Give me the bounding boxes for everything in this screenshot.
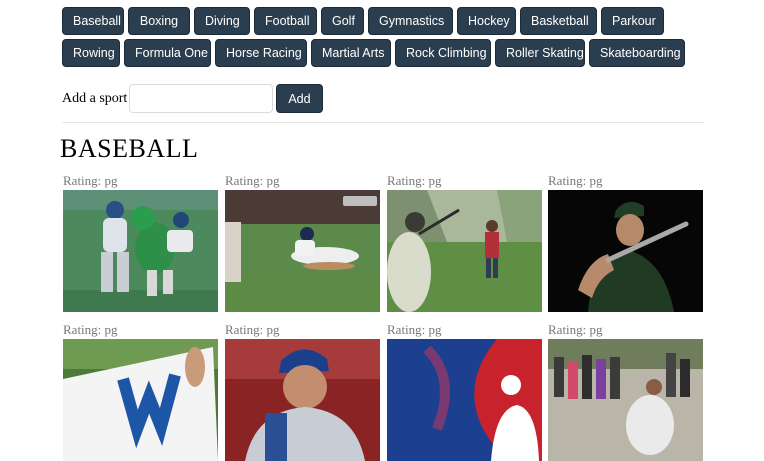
add-sport-label: Add a sport: [62, 90, 128, 106]
gif-image-mlb-logo[interactable]: [387, 339, 542, 461]
gif-card: Rating: pg: [387, 322, 542, 461]
gif-image-slide-into-base[interactable]: [225, 190, 380, 312]
gif-rating: Rating: pg: [63, 173, 118, 188]
gif-image-backyard-batter[interactable]: [387, 190, 542, 312]
add-sport-form: Add a sport Add: [62, 84, 323, 113]
sport-button-golf[interactable]: Golf: [321, 7, 364, 35]
sport-button-skateboarding[interactable]: Skateboarding: [589, 39, 685, 67]
gif-card: Rating: pg: [548, 322, 703, 461]
sport-button-baseball[interactable]: Baseball: [62, 7, 124, 35]
gif-rating: Rating: pg: [63, 322, 118, 337]
sport-section-title: BASEBALL: [60, 134, 199, 163]
sport-button-row-2: Rowing Formula One Horse Racing Martial …: [62, 39, 712, 67]
gif-rating: Rating: pg: [225, 322, 280, 337]
gif-card: Rating: pg: [548, 173, 703, 312]
gif-card: Rating: pg: [63, 322, 218, 461]
sport-button-rowing[interactable]: Rowing: [62, 39, 120, 67]
gif-rating: Rating: pg: [225, 173, 280, 188]
sport-button-basketball[interactable]: Basketball: [520, 7, 597, 35]
gif-rating: Rating: pg: [548, 173, 603, 188]
gif-image-batter-dark-background[interactable]: [548, 190, 703, 312]
section-divider: [62, 122, 704, 123]
gif-card: Rating: pg: [387, 173, 542, 312]
gif-card: Rating: pg: [225, 173, 380, 312]
sport-button-diving[interactable]: Diving: [194, 7, 250, 35]
gif-rating: Rating: pg: [548, 322, 603, 337]
sport-button-football[interactable]: Football: [254, 7, 317, 35]
gif-card: Rating: pg: [225, 322, 380, 461]
sport-button-formula-one[interactable]: Formula One: [124, 39, 211, 67]
gif-rating: Rating: pg: [387, 322, 442, 337]
gif-rating: Rating: pg: [387, 173, 442, 188]
sport-button-hockey[interactable]: Hockey: [457, 7, 516, 35]
add-sport-input[interactable]: [129, 84, 274, 113]
gif-image-pitcher-closeup[interactable]: [225, 339, 380, 461]
gif-card: Rating: pg: [63, 173, 218, 312]
sport-button-martial-arts[interactable]: Martial Arts: [311, 39, 391, 67]
gif-image-crowd-celebration[interactable]: [548, 339, 703, 461]
gif-image-fan-with-w-flag[interactable]: [63, 339, 218, 461]
sport-button-roller-skating[interactable]: Roller Skating: [495, 39, 585, 67]
sport-button-rock-climbing[interactable]: Rock Climbing: [395, 39, 491, 67]
sport-button-boxing[interactable]: Boxing: [128, 7, 190, 35]
sport-button-horse-racing[interactable]: Horse Racing: [215, 39, 307, 67]
add-sport-button[interactable]: Add: [276, 84, 323, 113]
gif-image-field-collision[interactable]: [63, 190, 218, 312]
sport-button-row-1: Baseball Boxing Diving Football Golf Gym…: [62, 7, 712, 35]
sport-button-bar: Baseball Boxing Diving Football Golf Gym…: [62, 7, 712, 71]
sport-button-gymnastics[interactable]: Gymnastics: [368, 7, 453, 35]
sport-button-parkour[interactable]: Parkour: [601, 7, 664, 35]
